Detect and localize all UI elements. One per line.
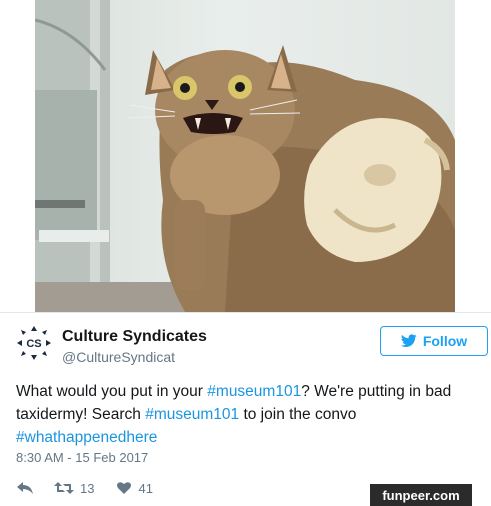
- heart-icon: [117, 482, 132, 494]
- taxidermy-cat-image: [35, 0, 455, 312]
- hashtag-link[interactable]: #museum101: [207, 383, 301, 400]
- watermark: funpeer.com: [370, 484, 472, 506]
- user-handle[interactable]: @CultureSyndicat: [62, 349, 175, 365]
- follow-button[interactable]: Follow: [380, 326, 488, 356]
- tweet-photo[interactable]: [35, 0, 455, 312]
- hashtag-link[interactable]: #whathappenedhere: [16, 429, 157, 446]
- tweet-text-part: to join the convo: [239, 406, 357, 423]
- hashtag-link[interactable]: #museum101: [145, 406, 239, 423]
- divider: [0, 312, 491, 313]
- reply-button[interactable]: [16, 481, 34, 495]
- avatar[interactable]: CS: [15, 324, 53, 362]
- svg-text:CS: CS: [26, 338, 41, 350]
- tweet-actions: 13 41: [16, 479, 153, 497]
- twitter-bird-icon: [400, 334, 417, 347]
- retweet-count: 13: [80, 480, 95, 496]
- retweet-icon: [54, 482, 74, 494]
- tweet-timestamp[interactable]: 8:30 AM - 15 Feb 2017: [16, 450, 148, 465]
- like-button[interactable]: 41: [116, 480, 153, 496]
- reply-icon: [17, 482, 33, 494]
- tweet-text-part: What would you put in your: [16, 383, 208, 400]
- retweet-button[interactable]: 13: [54, 481, 94, 496]
- tweet-text: What would you put in your #museum101? W…: [16, 380, 476, 449]
- display-name[interactable]: Culture Syndicates: [62, 328, 207, 346]
- follow-label: Follow: [422, 333, 468, 349]
- culture-syndicates-logo-icon: CS: [17, 326, 51, 360]
- like-count: 41: [138, 480, 153, 496]
